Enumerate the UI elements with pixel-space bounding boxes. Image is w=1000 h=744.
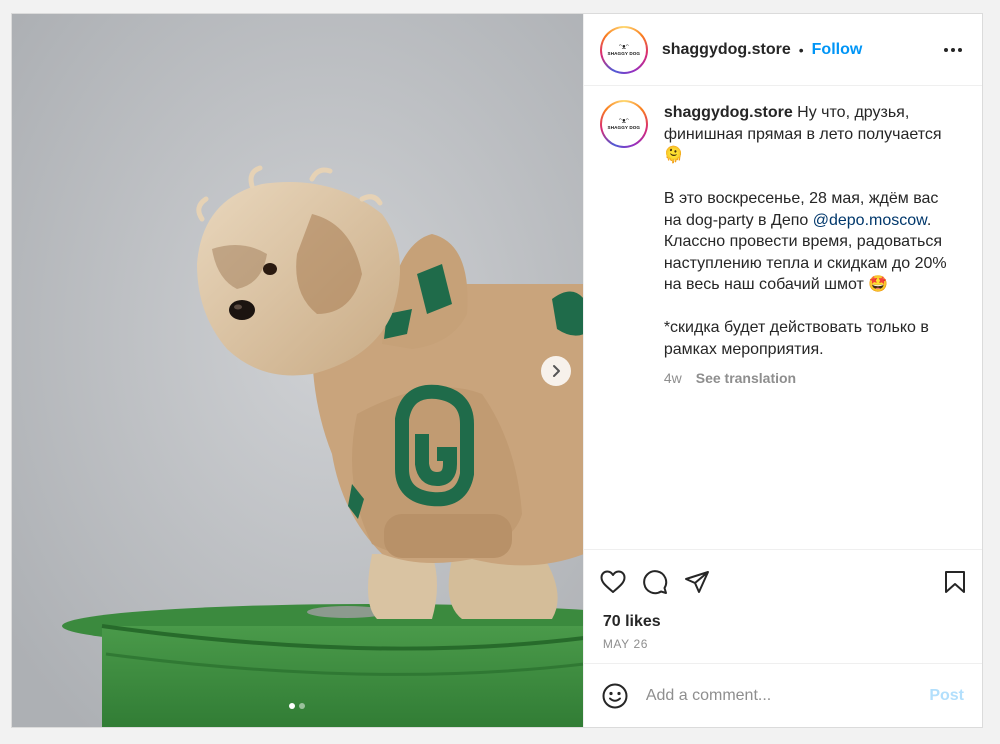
share-button[interactable] xyxy=(684,570,710,594)
heart-icon xyxy=(600,570,626,593)
comment-input[interactable] xyxy=(645,686,930,705)
more-options-button[interactable] xyxy=(940,42,966,58)
instagram-post: ᵔᴥᵔ SHAGGY DOG shaggydog.store • Follow … xyxy=(11,13,983,728)
post-sidebar: ᵔᴥᵔ SHAGGY DOG shaggydog.store • Follow … xyxy=(582,14,982,727)
avatar-logo: ᵔᴥᵔ SHAGGY DOG xyxy=(601,27,646,72)
caption-line-3: *скидка будет действовать только в рамка… xyxy=(663,319,929,358)
caption-username[interactable]: shaggydog.store xyxy=(664,104,793,121)
emoji-button[interactable] xyxy=(602,683,628,709)
emoji-icon xyxy=(602,683,628,708)
mention-link[interactable]: @depo.moscow xyxy=(813,212,927,229)
caption-text: shaggydog.store Ну что, друзья, финишная… xyxy=(664,102,954,389)
dog-logo-icon: ᵔᴥᵔ xyxy=(619,43,629,51)
more-icon xyxy=(944,47,948,52)
avatar[interactable]: ᵔᴥᵔ SHAGGY DOG xyxy=(599,25,648,74)
comment-button[interactable] xyxy=(642,569,668,595)
post-header: ᵔᴥᵔ SHAGGY DOG shaggydog.store • Follow xyxy=(583,14,982,86)
post-age[interactable]: 4w xyxy=(664,368,682,390)
dog-photo xyxy=(12,14,583,727)
post-date: MAY 26 xyxy=(602,637,649,651)
bookmark-icon xyxy=(945,570,965,593)
post-comment-button[interactable]: Post xyxy=(929,687,964,705)
separator-dot: • xyxy=(798,41,804,58)
logo-text: SHAGGY DOG xyxy=(607,50,641,56)
carousel-indicator xyxy=(12,703,583,709)
follow-button[interactable]: Follow xyxy=(812,41,863,59)
add-comment-bar: Post xyxy=(583,663,982,727)
post-caption: ᵔᴥᵔ SHAGGY DOG shaggydog.store Ну что, д… xyxy=(599,100,966,389)
carousel-dot-2 xyxy=(299,703,306,709)
see-translation-link[interactable]: See translation xyxy=(696,368,796,390)
like-button[interactable] xyxy=(600,570,626,594)
comments-area: ᵔᴥᵔ SHAGGY DOG shaggydog.store Ну что, д… xyxy=(584,86,982,549)
carousel-next-button[interactable] xyxy=(541,356,571,386)
caption-avatar[interactable]: ᵔᴥᵔ SHAGGY DOG xyxy=(599,100,648,148)
action-bar xyxy=(583,549,982,613)
carousel-dot-1 xyxy=(289,703,296,709)
account-username[interactable]: shaggydog.store xyxy=(662,41,791,59)
chevron-right-icon xyxy=(553,365,560,377)
caption-meta: 4w See translation xyxy=(664,368,954,390)
dog-logo-icon: ᵔᴥᵔ xyxy=(619,118,629,125)
save-button[interactable] xyxy=(944,570,966,594)
post-media[interactable] xyxy=(12,14,583,727)
likes-count[interactable]: 70 likes xyxy=(584,613,982,631)
share-icon xyxy=(684,570,709,593)
comment-icon xyxy=(643,569,667,594)
